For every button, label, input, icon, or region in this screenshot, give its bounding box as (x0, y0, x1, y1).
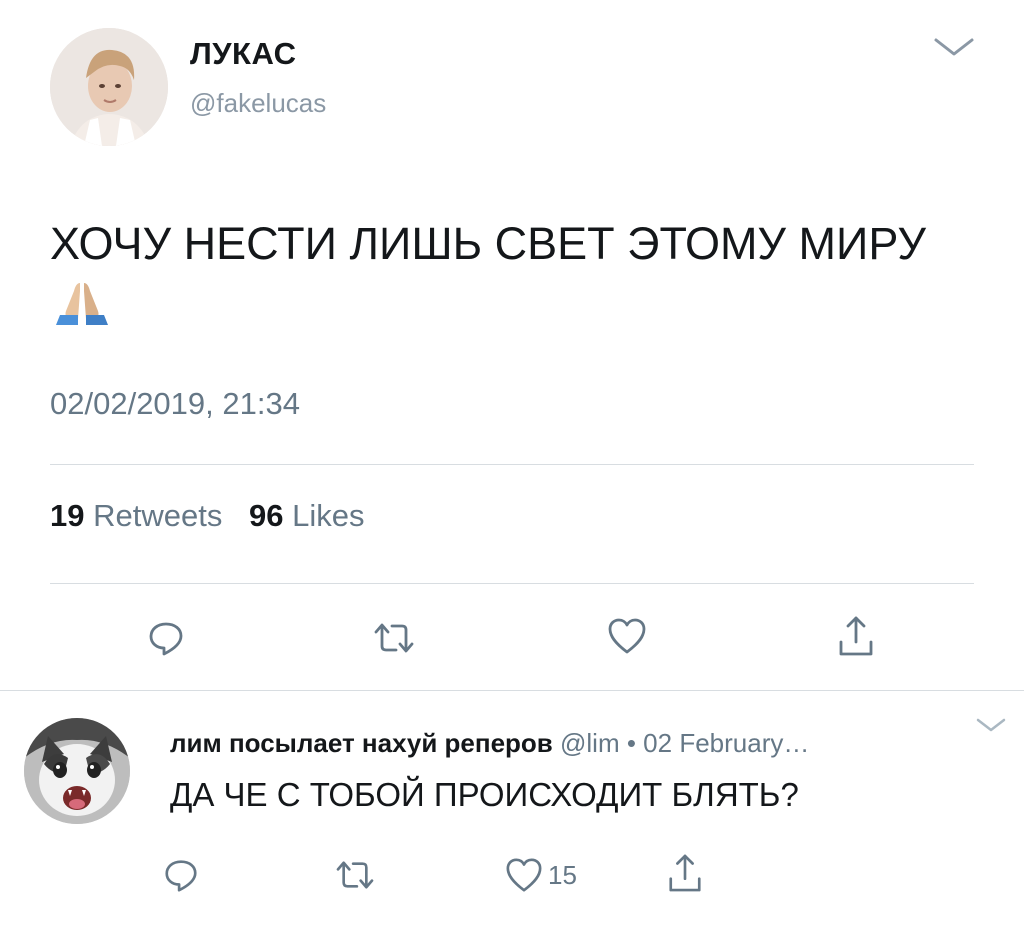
retweets-count[interactable]: 19 (50, 498, 84, 533)
tweet-stats: 19 Retweets 96 Likes (50, 498, 364, 534)
reply-icon[interactable] (146, 618, 186, 658)
retweet-icon[interactable] (372, 620, 416, 656)
author-avatar[interactable] (50, 28, 168, 146)
reply-text: ДА ЧЕ С ТОБОЙ ПРОИСХОДИТ БЛЯТЬ? (170, 776, 799, 813)
retweet-icon[interactable] (334, 858, 376, 892)
share-icon[interactable] (836, 614, 876, 658)
likes-label[interactable]: Likes (292, 498, 364, 533)
author-handle[interactable]: @fakelucas (190, 88, 326, 119)
chevron-down-icon[interactable] (974, 714, 1008, 736)
share-icon[interactable] (666, 852, 704, 894)
reply-author-avatar[interactable] (24, 718, 130, 824)
tweet-timestamp[interactable]: 02/02/2019, 21:34 (50, 386, 300, 422)
author-name[interactable]: ЛУКАС (190, 36, 296, 72)
tweet-text-content: ХОЧУ НЕСТИ ЛИШЬ СВЕТ ЭТОМУ МИРУ (50, 218, 926, 269)
divider (50, 464, 974, 465)
heart-icon[interactable] (606, 616, 648, 656)
heart-icon[interactable] (504, 856, 544, 894)
reply-header: лим посылает нахуй реперов @lim • 02 Feb… (170, 728, 809, 759)
divider (0, 690, 1024, 691)
retweets-label[interactable]: Retweets (93, 498, 222, 533)
reply-icon[interactable] (162, 856, 200, 894)
reply-author-name[interactable]: лим посылает нахуй реперов (170, 728, 553, 758)
chevron-down-icon[interactable] (930, 30, 978, 62)
reply-likes-count[interactable]: 15 (548, 860, 577, 891)
divider (50, 583, 974, 584)
folded-hands-emoji (52, 279, 112, 327)
reply-author-meta[interactable]: @lim • 02 February… (560, 728, 809, 758)
tweet-text: ХОЧУ НЕСТИ ЛИШЬ СВЕТ ЭТОМУ МИРУ (50, 212, 950, 340)
likes-count[interactable]: 96 (249, 498, 283, 533)
